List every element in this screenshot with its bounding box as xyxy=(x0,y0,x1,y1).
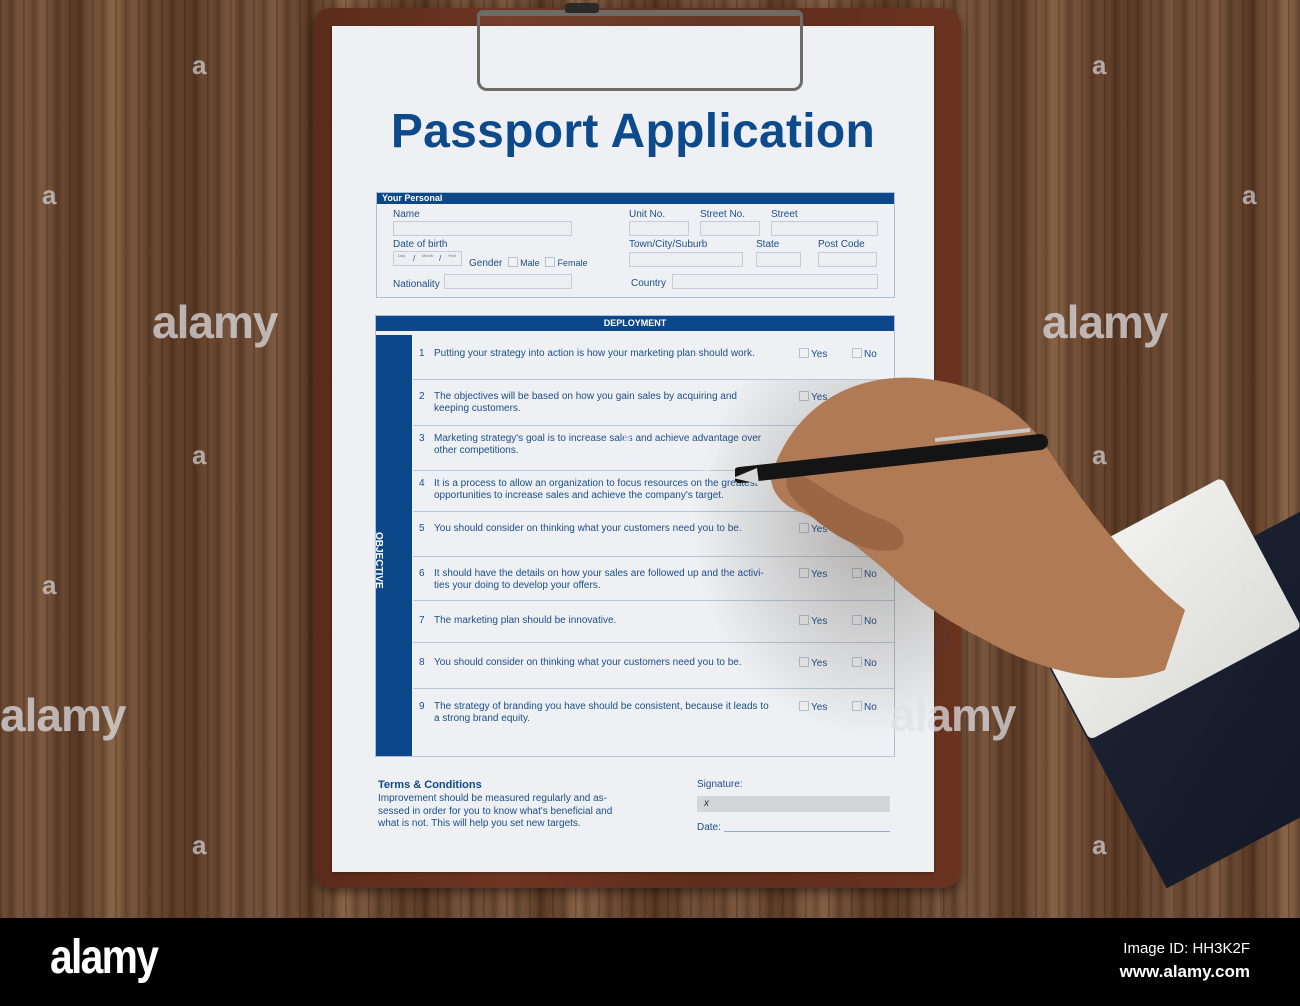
unit-no-field[interactable] xyxy=(629,221,689,236)
no-option[interactable]: No xyxy=(852,348,877,360)
country-label: Country xyxy=(631,278,667,289)
gender-label: Gender xyxy=(469,258,503,269)
dob-day-hint: Day xyxy=(398,253,406,258)
image-id: Image ID: HH3K2F xyxy=(1123,940,1250,957)
town-label: Town/City/Suburb xyxy=(629,239,708,250)
watermark-letter: a xyxy=(192,440,207,470)
state-field[interactable] xyxy=(756,252,801,267)
signature-field[interactable]: x xyxy=(697,796,890,812)
nationality-field[interactable] xyxy=(444,274,572,289)
photo-background: Passport Application Your Personal Name … xyxy=(0,0,1300,918)
dob-separator: / xyxy=(439,254,442,263)
yes-checkbox[interactable] xyxy=(799,348,809,358)
dob-month-hint: Month xyxy=(422,253,434,258)
watermark-letter: a xyxy=(1092,440,1107,470)
signature-label: Signature: xyxy=(697,779,743,790)
no-label: No xyxy=(864,349,877,360)
alamy-logo: alamy xyxy=(50,931,159,984)
clip-knob xyxy=(565,3,599,13)
date-label: Date: xyxy=(697,822,721,833)
country-field[interactable] xyxy=(672,274,878,289)
question-number: 1 xyxy=(419,348,425,359)
question-number: 2 xyxy=(419,391,425,402)
watermark-letter: a xyxy=(1242,570,1257,600)
postcode-label: Post Code xyxy=(818,239,865,250)
dob-year-hint: Year xyxy=(448,253,457,258)
objective-sublabel: Fill in this form completely xyxy=(373,532,378,579)
no-checkbox[interactable] xyxy=(852,348,862,358)
date-field[interactable] xyxy=(724,831,890,832)
postcode-field[interactable] xyxy=(818,252,877,267)
question-number: 4 xyxy=(419,478,425,489)
watermark-letter: a xyxy=(42,180,57,210)
dob-field[interactable]: Day Month Year / / xyxy=(393,251,462,266)
dob-separator: / xyxy=(413,254,416,263)
terms-title: Terms & Conditions xyxy=(378,779,482,791)
objective-sidebar: OBJECTIVE Fill in this form completely xyxy=(373,335,412,756)
question-number: 9 xyxy=(419,701,425,712)
yes-option[interactable]: Yes xyxy=(799,348,827,360)
question-number: 3 xyxy=(419,433,425,444)
name-field[interactable] xyxy=(393,221,572,236)
question-number: 7 xyxy=(419,615,425,626)
gender-male-checkbox[interactable] xyxy=(508,257,519,267)
watermark: alamy xyxy=(890,689,1016,741)
hand-with-pen xyxy=(735,377,1185,679)
watermark: alamy xyxy=(152,296,278,348)
watermark-letter: a xyxy=(42,570,57,600)
site-url[interactable]: www.alamy.com xyxy=(1120,962,1250,982)
document-title: Passport Application xyxy=(390,105,876,158)
question-text: Putting your strategy into action is how… xyxy=(434,348,755,359)
terms-body: Improvement should be measured regularly… xyxy=(378,793,613,829)
question-number: 8 xyxy=(419,657,425,668)
street-no-field[interactable] xyxy=(700,221,760,236)
street-label: Street xyxy=(771,209,798,220)
watermark: alamy xyxy=(0,689,126,741)
yes-label: Yes xyxy=(811,349,828,360)
personal-section-header: Your Personal xyxy=(377,193,894,204)
watermark: alamy xyxy=(596,424,722,476)
street-field[interactable] xyxy=(771,221,878,236)
gender-male-label: Male xyxy=(520,258,540,268)
watermark-letter: a xyxy=(1092,50,1107,80)
gender-female-label: Female xyxy=(557,258,588,268)
question-number: 6 xyxy=(419,568,425,579)
gender-group: Gender Male Female xyxy=(469,257,587,269)
question-number: 5 xyxy=(419,523,425,534)
watermark-letter: a xyxy=(192,830,207,860)
town-field[interactable] xyxy=(629,252,743,267)
street-no-label: Street No. xyxy=(700,209,746,220)
nationality-label: Nationality xyxy=(393,279,440,290)
deployment-header: DEPLOYMENT xyxy=(376,316,894,331)
gender-female-checkbox[interactable] xyxy=(545,257,556,267)
watermark-letter: a xyxy=(1092,830,1107,860)
watermark: alamy xyxy=(1042,296,1168,348)
state-label: State xyxy=(756,239,780,250)
watermark-letter: a xyxy=(192,50,207,80)
watermark-letter: a xyxy=(1242,180,1257,210)
name-label: Name xyxy=(393,209,420,220)
stock-footer xyxy=(0,918,1300,1006)
clipboard-clip xyxy=(477,10,803,91)
unit-no-label: Unit No. xyxy=(629,209,666,220)
dob-label: Date of birth xyxy=(393,239,448,250)
